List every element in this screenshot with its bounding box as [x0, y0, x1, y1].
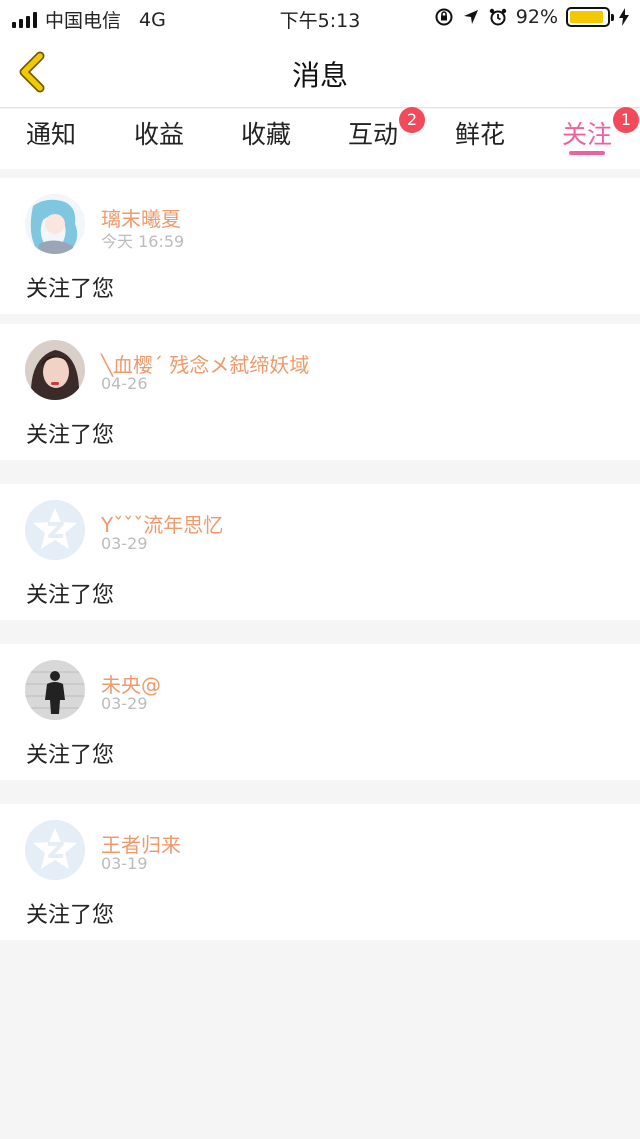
tab-label: 收藏: [240, 120, 291, 149]
avatar[interactable]: [25, 194, 85, 254]
follow-time: 03-19: [101, 854, 148, 873]
charging-bolt-icon: [619, 8, 629, 26]
follow-time: 今天 16:59: [101, 232, 185, 251]
tab-label: 通知: [25, 120, 76, 149]
avatar[interactable]: [25, 660, 85, 720]
follow-time: 03-29: [101, 694, 148, 713]
follow-time: 04-26: [101, 374, 148, 393]
page-title: 消息: [291, 59, 348, 92]
battery-icon: [566, 7, 614, 27]
tab-label: 收益: [133, 120, 184, 149]
avatar[interactable]: [25, 500, 85, 560]
battery-percent: 92%: [515, 6, 558, 28]
battery-level: [570, 11, 604, 23]
status-bar: 中国电信 4G 下午5:13 92%: [0, 0, 640, 36]
follow-message: 关注了您: [26, 423, 115, 448]
tab-follows[interactable]: 关注 1: [547, 107, 639, 165]
list-item[interactable]: Yˇˇˇ流年思忆 03-29 关注了您: [0, 484, 640, 620]
follow-message: 关注了您: [26, 583, 115, 608]
list-item[interactable]: ╲血樱ˊ 残念メ弑缔妖域 04-26 关注了您: [0, 324, 640, 460]
tab-notifications[interactable]: 通知: [11, 115, 91, 165]
anime-girl-avatar-icon: [25, 194, 85, 254]
unread-badge: 2: [399, 107, 425, 133]
tab-label: 关注: [561, 120, 612, 149]
nav-bar: 消息: [0, 36, 640, 108]
avatar[interactable]: [25, 340, 85, 400]
tab-bar: 通知 收益 收藏 互动 2 鲜花 关注 1: [0, 107, 640, 169]
follow-time: 03-29: [101, 534, 148, 553]
follow-message: 关注了您: [26, 277, 115, 302]
active-tab-indicator: [569, 151, 605, 155]
tab-earnings[interactable]: 收益: [119, 115, 199, 165]
photo-avatar-icon: [25, 340, 85, 400]
list-item[interactable]: 未央@ 03-29 关注了您: [0, 644, 640, 780]
default-qzone-avatar-icon: [25, 820, 85, 880]
photo-avatar-icon: [25, 660, 85, 720]
follow-message: 关注了您: [26, 743, 115, 768]
follow-message: 关注了您: [26, 903, 115, 928]
tab-label: 鲜花: [454, 120, 505, 149]
location-icon: [463, 10, 478, 24]
default-qzone-avatar-icon: [25, 500, 85, 560]
status-right: 92%: [434, 6, 630, 28]
unread-badge: 1: [613, 107, 639, 133]
list-item[interactable]: 璃末曦夏 今天 16:59 关注了您: [0, 178, 640, 314]
tab-favorites[interactable]: 收藏: [226, 115, 306, 165]
tab-flowers[interactable]: 鲜花: [440, 115, 520, 165]
list-item[interactable]: 王者归来 03-19 关注了您: [0, 804, 640, 940]
orientation-lock-icon: [435, 8, 453, 26]
alarm-icon: [489, 8, 506, 26]
tab-interactions[interactable]: 互动 2: [333, 107, 425, 165]
avatar[interactable]: [25, 820, 85, 880]
tab-label: 互动: [347, 120, 398, 149]
